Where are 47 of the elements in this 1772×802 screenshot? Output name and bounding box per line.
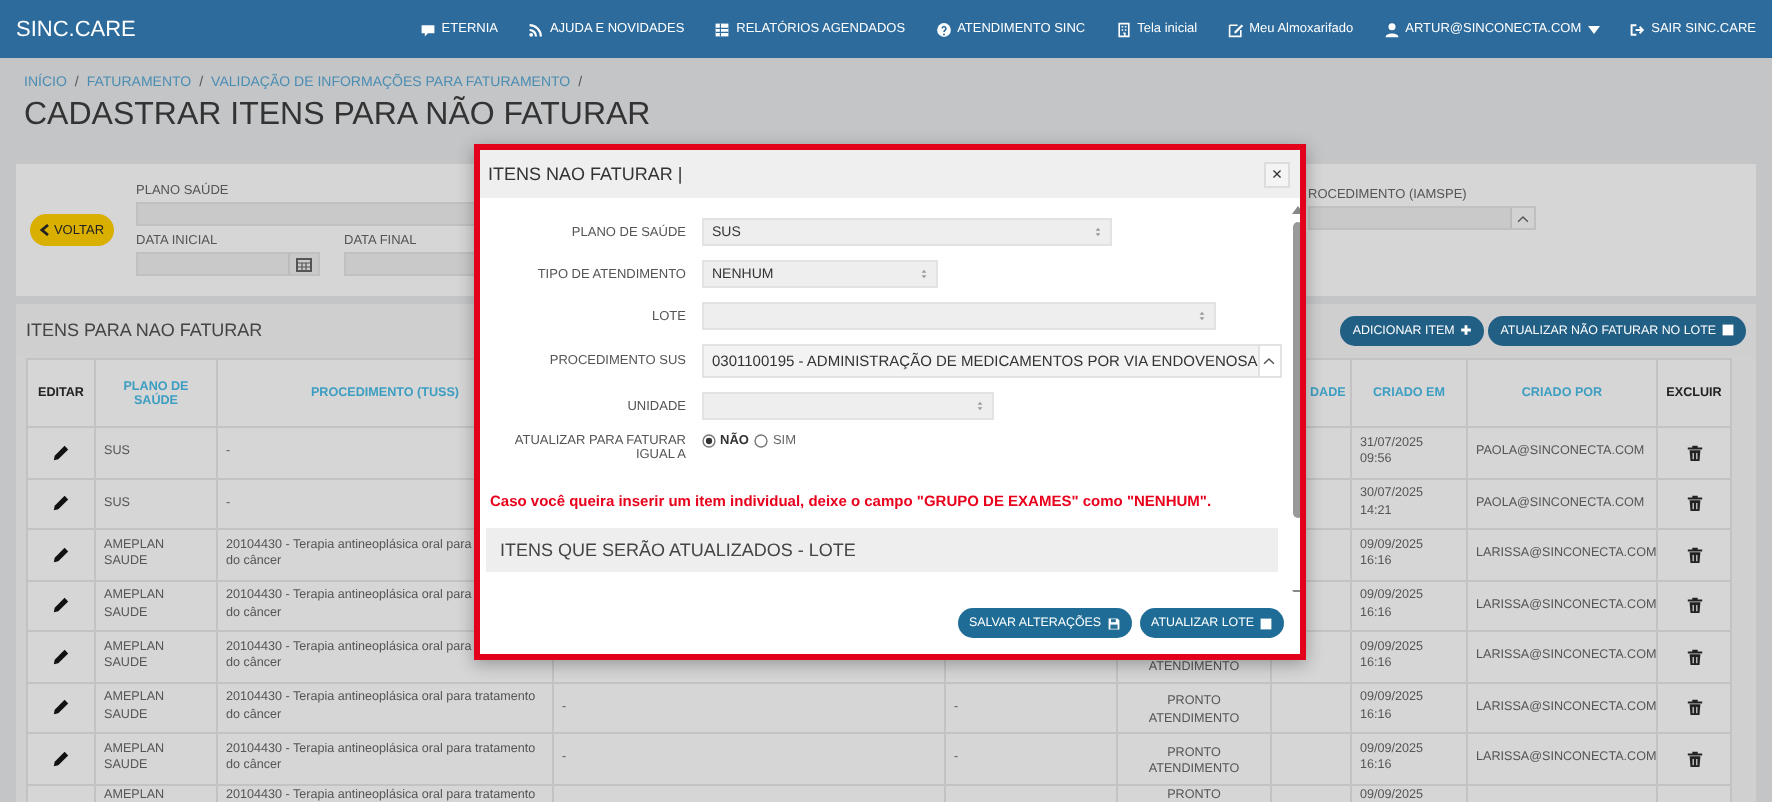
- caret-icon: [1516, 213, 1530, 223]
- updown-icon: [975, 400, 983, 412]
- pencil-icon[interactable]: [52, 443, 70, 462]
- caret-icon: [1262, 356, 1277, 366]
- speech-bubble-icon: [419, 21, 436, 37]
- updown-icon: [1197, 310, 1205, 322]
- logout-icon: [1629, 21, 1646, 37]
- trash-icon[interactable]: [1685, 443, 1703, 462]
- calendar-icon[interactable]: [296, 257, 312, 271]
- plus-icon: [1460, 324, 1473, 336]
- pencil-icon[interactable]: [52, 545, 70, 564]
- modal-title: ITENS NAO FATURAR |: [488, 164, 685, 184]
- pencil-icon[interactable]: [52, 596, 70, 615]
- section-title: ITENS QUE SERÃO ATUALIZADOS - LOTE: [500, 540, 856, 560]
- pencil-icon[interactable]: [52, 647, 70, 666]
- trash-icon[interactable]: [1685, 698, 1703, 717]
- close-button[interactable]: ×: [1264, 161, 1290, 187]
- radio-button[interactable]: [754, 434, 769, 448]
- trash-icon[interactable]: [1685, 596, 1703, 615]
- page-title: CADASTRAR ITENS PARA NÃO FATURAR: [24, 98, 653, 134]
- floppy-icon: [1107, 617, 1120, 629]
- pencil-icon[interactable]: [52, 698, 70, 717]
- trash-icon[interactable]: [1685, 647, 1703, 666]
- select-field[interactable]: [702, 302, 1216, 330]
- rss-icon: [527, 21, 544, 37]
- select-field[interactable]: [702, 392, 994, 420]
- trash-icon[interactable]: [1685, 749, 1703, 768]
- updown-icon: [919, 268, 927, 280]
- section-title: ITENS PARA NAO FATURAR: [26, 320, 263, 340]
- combo-field[interactable]: [1308, 206, 1536, 230]
- pencil-icon[interactable]: [52, 494, 70, 513]
- caret-icon: [1587, 25, 1600, 33]
- trash-icon[interactable]: [1685, 545, 1703, 564]
- user-icon: [1383, 21, 1400, 37]
- updown-icon: [1093, 226, 1101, 238]
- date-field[interactable]: [136, 252, 320, 276]
- pencil-icon[interactable]: [52, 749, 70, 768]
- edit-icon: [1227, 21, 1244, 37]
- table-icon: [714, 21, 731, 37]
- brand-name[interactable]: SINC.CARE: [16, 17, 390, 41]
- square-icon: [1722, 324, 1734, 336]
- help-icon: [935, 21, 952, 37]
- radio-button[interactable]: [702, 434, 716, 448]
- square-icon: [1260, 617, 1272, 629]
- trash-icon[interactable]: [1685, 494, 1703, 513]
- building-icon: [1115, 21, 1132, 37]
- chevron-left-icon: [39, 224, 50, 236]
